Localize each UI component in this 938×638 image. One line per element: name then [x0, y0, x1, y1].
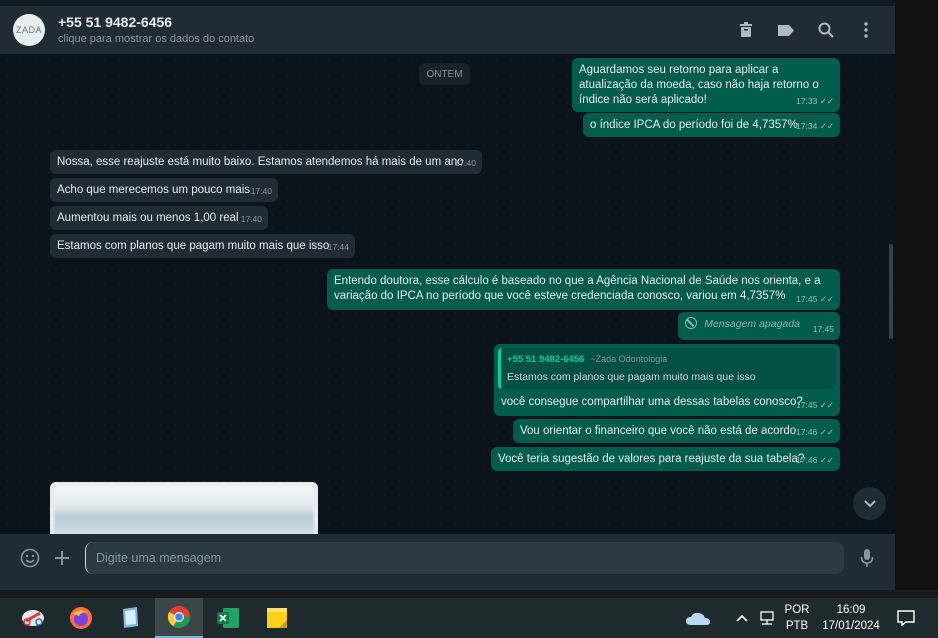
microphone-icon[interactable]	[855, 546, 879, 570]
message-outgoing[interactable]: Você teria sugestão de valores para reaj…	[491, 447, 840, 471]
onedrive-cloud-icon[interactable]	[676, 598, 720, 638]
message-time: 17:40	[250, 186, 272, 196]
scrollbar[interactable]	[889, 244, 893, 339]
message-incoming[interactable]: Acho que merecemos um pouco mais 17:40	[50, 178, 278, 202]
message-text: Acho que merecemos um pouco mais	[57, 184, 251, 196]
message-time: 17:46 ✓✓	[796, 427, 834, 437]
network-icon[interactable]	[755, 598, 779, 638]
chat-header: ZADA +55 51 9482-6456 clique para mostra…	[0, 6, 895, 54]
message-time: 17:40	[240, 214, 262, 224]
image-preview	[54, 486, 314, 534]
message-outgoing[interactable]: o índice IPCA do período foi de 4,7357% …	[583, 113, 840, 137]
message-outgoing[interactable]: Aguardamos seu retorno para aplicar a at…	[572, 58, 840, 112]
scroll-down-button[interactable]	[853, 487, 886, 520]
message-text: Entendo doutora, esse cálculo é baseado …	[334, 275, 821, 302]
archive-icon[interactable]	[736, 20, 756, 40]
message-text: Você teria sugestão de valores para reaj…	[498, 453, 805, 465]
message-text: Nossa, esse reajuste está muito baixo. E…	[57, 156, 464, 168]
message-time: 17:33 ✓✓	[796, 96, 834, 106]
whatsapp-window: ZADA +55 51 9482-6456 clique para mostra…	[0, 0, 895, 590]
excel-icon[interactable]	[204, 598, 252, 638]
deleted-icon	[685, 317, 697, 329]
message-text: você consegue compartilhar uma dessas ta…	[501, 396, 803, 408]
message-time: 17:40	[454, 158, 476, 168]
double-check-icon: ✓✓	[819, 96, 834, 106]
quoted-text: Estamos com planos que pagam muito mais …	[507, 371, 756, 383]
message-deleted[interactable]: Mensagem apagada 17:45	[678, 312, 840, 340]
message-outgoing-reply[interactable]: +55 51 9482-6456 ~Zada Odontologia Estamo…	[494, 344, 840, 416]
message-input[interactable]: Digite uma mensagem	[85, 542, 844, 574]
chevron-up-icon[interactable]	[730, 598, 754, 638]
message-text: Aguardamos seu retorno para aplicar a at…	[579, 64, 819, 106]
quoted-sender: +55 51 9482-6456 ~Zada Odontologia	[507, 354, 668, 365]
search-icon[interactable]	[816, 20, 836, 40]
message-composer: Digite uma mensagem	[0, 534, 895, 590]
message-time: 17:45 ✓✓	[796, 294, 834, 304]
message-time: 17:46 ✓✓	[796, 455, 834, 465]
double-check-icon: ✓✓	[819, 121, 834, 131]
message-time: 17:45 ✓✓	[796, 400, 834, 410]
message-incoming[interactable]: Aumentou mais ou menos 1,00 real 17:40	[50, 206, 268, 230]
contact-subtitle[interactable]: clique para mostrar os dados do contato	[58, 33, 254, 45]
chevron-down-icon	[863, 497, 876, 511]
input-language[interactable]: POR PTB	[782, 602, 812, 634]
message-incoming[interactable]: Nossa, esse reajuste está muito baixo. E…	[50, 150, 482, 174]
contact-name[interactable]: +55 51 9482-6456	[58, 14, 172, 30]
date-divider: ONTEM	[419, 63, 470, 85]
message-text: Estamos com planos que pagam muito mais …	[57, 240, 330, 252]
double-check-icon: ✓✓	[819, 427, 834, 437]
image-message[interactable]	[50, 482, 318, 534]
emoji-icon[interactable]	[18, 546, 42, 570]
menu-icon[interactable]	[856, 20, 876, 40]
quoted-message[interactable]: +55 51 9482-6456 ~Zada Odontologia Estamo…	[498, 348, 836, 389]
avatar[interactable]: ZADA	[13, 14, 45, 46]
double-check-icon: ✓✓	[819, 455, 834, 465]
message-text: Vou orientar o financeiro que você não e…	[520, 425, 797, 437]
message-list[interactable]: ONTEM Aguardamos seu retorno para aplica…	[0, 54, 895, 534]
notepad-icon[interactable]	[106, 598, 154, 638]
message-outgoing[interactable]: Vou orientar o financeiro que você não e…	[513, 419, 840, 443]
double-check-icon: ✓✓	[819, 294, 834, 304]
message-time: 17:34 ✓✓	[796, 121, 834, 131]
deleted-text: Mensagem apagada	[704, 318, 800, 330]
taskbar: POR PTB 16:09 17/01/2024	[0, 598, 938, 638]
desktop-strip	[0, 590, 938, 598]
desktop-background	[895, 0, 938, 598]
attach-plus-icon[interactable]	[50, 546, 74, 570]
label-icon[interactable]	[776, 20, 796, 40]
message-text: o índice IPCA do período foi de 4,7357%	[590, 119, 798, 131]
message-time: 17:45	[812, 324, 834, 334]
clock[interactable]: 16:09 17/01/2024	[816, 602, 886, 634]
sticky-notes-icon[interactable]	[253, 598, 301, 638]
message-time: 17:44	[327, 242, 349, 252]
chrome-icon[interactable]	[155, 598, 203, 638]
double-check-icon: ✓✓	[819, 400, 834, 410]
message-outgoing[interactable]: Entendo doutora, esse cálculo é baseado …	[327, 269, 840, 310]
firefox-icon[interactable]	[57, 598, 105, 638]
message-incoming[interactable]: Estamos com planos que pagam muito mais …	[50, 234, 355, 258]
message-text: Aumentou mais ou menos 1,00 real	[57, 212, 239, 224]
notification-icon[interactable]	[890, 598, 922, 638]
snipping-tool-icon[interactable]	[9, 598, 57, 638]
